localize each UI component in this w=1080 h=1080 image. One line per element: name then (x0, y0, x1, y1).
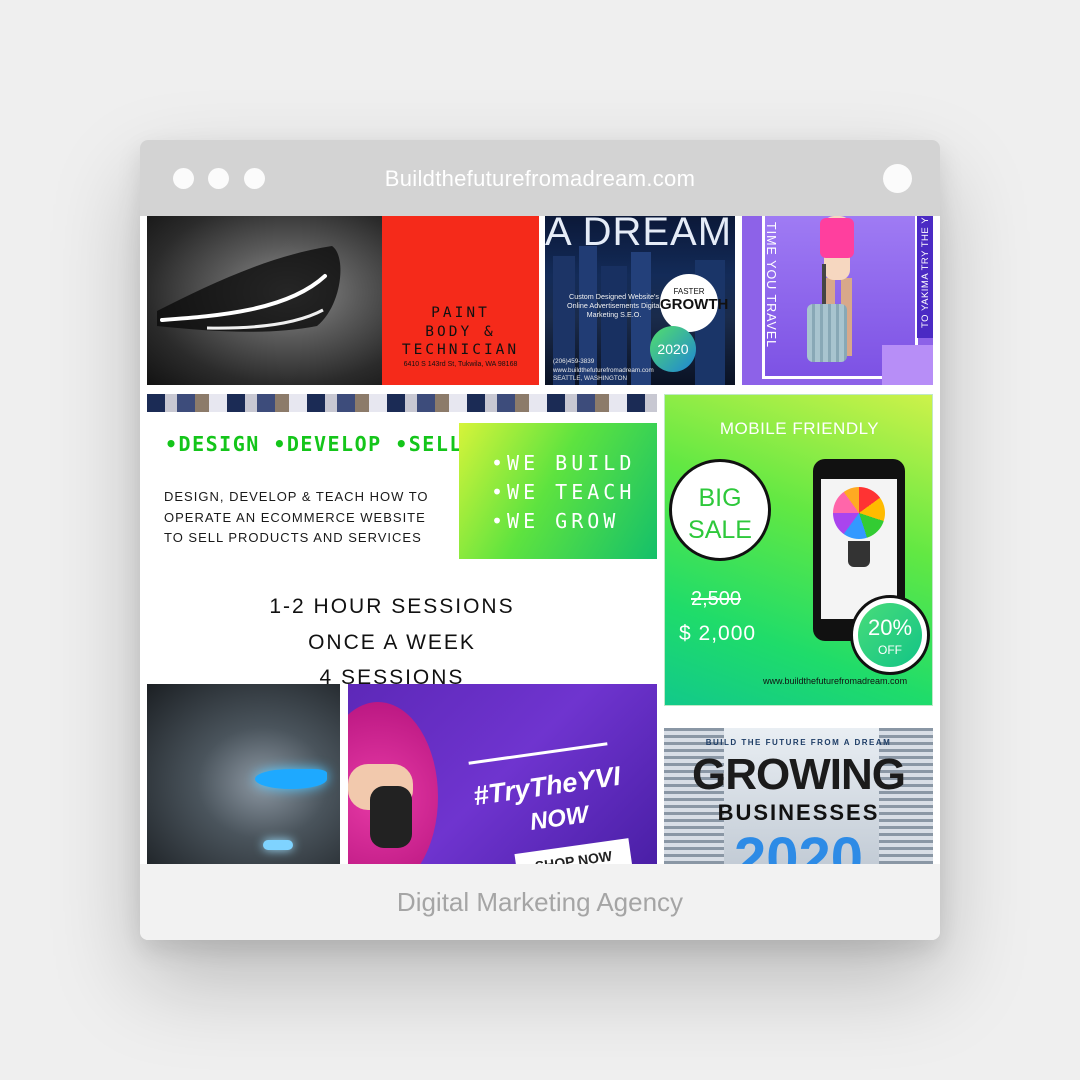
paint-line-2: BODY & (425, 323, 496, 340)
sessions-line-1: 1-2 HOUR SESSIONS (269, 595, 515, 618)
fog-light-shape (263, 840, 293, 850)
collage-content: PAINT BODY & TECHNICIAN 6410 S 143rd St,… (140, 216, 940, 864)
paint-text: PAINT BODY & TECHNICIAN (382, 304, 539, 360)
dream-headline: A DREAM! (545, 216, 735, 254)
sessions-line-2: ONCE A WEEK (308, 631, 476, 654)
growth-badge-main: GROWTH (660, 296, 729, 313)
travel-vertical-text-right: TO YAKIMA TRY THE Y (920, 216, 931, 328)
lightbulb-base (848, 541, 870, 567)
red-panel (382, 216, 539, 385)
car-headlight-image (147, 216, 382, 385)
big-sale-line-2: SALE (688, 516, 752, 544)
we-build-box: •WE BUILD •WE TEACH •WE GROW (459, 423, 657, 559)
we-teach-line: •WE TEACH (491, 480, 636, 504)
dream-services: Custom Designed Website's Online Adverti… (567, 292, 661, 319)
traveler-top (820, 218, 854, 258)
growing-subheadline: BUSINESSES (717, 800, 880, 825)
growing-headline: GROWING (692, 750, 906, 799)
growing-tagline: BUILD THE FUTURE FROM A DREAM (705, 738, 892, 747)
growing-businesses-tile[interactable]: BUILD THE FUTURE FROM A DREAM GROWING BU… (664, 728, 933, 864)
mobile-friendly-tile[interactable]: MOBILE FRIENDLY BIG SALE 2,500 $ 2,000 2… (664, 394, 933, 706)
mobile-website: www.buildthefuturefromadream.com (763, 676, 908, 686)
window-footer-caption: Digital Marketing Agency (140, 864, 940, 940)
travel-tile[interactable]: TIME YOU TRAVEL TO YAKIMA TRY THE Y (742, 216, 933, 385)
lightbulb-icon (833, 487, 885, 539)
new-price: $ 2,000 (679, 622, 757, 645)
title-bar: Buildthefuturefromadream.com (140, 140, 940, 216)
shop-now-button[interactable]: SHOP NOW (514, 838, 633, 864)
yvi-hashtag: #TryTheYVI (471, 760, 623, 812)
blue-headlight-shape (255, 769, 327, 789)
paint-line-3: TECHNICIAN (401, 342, 520, 358)
growth-badge: FASTER GROWTH (660, 274, 729, 332)
we-grow-line: •WE GROW (491, 509, 620, 533)
headlight-shape (157, 246, 341, 332)
mobile-title: MOBILE FRIENDLY (719, 419, 880, 438)
paint-body-tile[interactable]: PAINT BODY & TECHNICIAN 6410 S 143rd St,… (147, 216, 539, 385)
growth-badge-top: FASTER (673, 287, 705, 296)
dream-website: www.buildthefuturefromadream.com (553, 366, 654, 374)
photo-strip (147, 394, 657, 412)
car-blue-headlight-image[interactable] (147, 684, 340, 864)
growing-year: 2020 (733, 826, 864, 864)
grip-image (370, 786, 412, 848)
big-sale-line-1: BIG (698, 484, 742, 512)
discount-percent: 20% (867, 615, 913, 640)
menu-circle-icon[interactable] (883, 164, 912, 193)
big-sale-badge: BIG SALE (669, 459, 771, 561)
dream-contact: (206)459-3839 www.buildthefuturefromadre… (553, 358, 663, 384)
year-badge: 2020 (650, 326, 696, 372)
dream-location: SEATTLE, WASHINGTON (553, 375, 628, 382)
shop-address: 6410 S 143rd St, Tukwila, WA 98168 (403, 361, 518, 368)
design-headline: •DESIGN •DEVELOP •SELL• (165, 432, 477, 456)
suitcase-image (807, 304, 847, 362)
address-bar-url[interactable]: Buildthefuturefromadream.com (140, 166, 940, 192)
yvi-divider (468, 742, 608, 765)
paint-line-1: PAINT (431, 305, 490, 321)
we-build-line: •WE BUILD (491, 451, 636, 475)
old-price: 2,500 (691, 588, 742, 610)
travel-stripe-2 (882, 345, 933, 385)
travel-vertical-text: TIME YOU TRAVEL (764, 222, 778, 349)
suitcase-handle (822, 264, 826, 306)
dream-phone: (206)459-3839 (553, 358, 595, 365)
discount-label: OFF (878, 643, 902, 657)
yvi-now: NOW (528, 801, 591, 836)
discount-badge: 20% OFF (850, 595, 930, 675)
try-the-yvi-tile[interactable]: #TryTheYVI NOW SHOP NOW (348, 684, 657, 864)
dream-ad-tile[interactable]: A DREAM! Custom Designed Website's Onlin… (545, 216, 735, 385)
design-develop-tile[interactable]: •DESIGN •DEVELOP •SELL• DESIGN, DEVELOP … (147, 412, 657, 684)
design-paragraph: DESIGN, DEVELOP & TEACH HOW TO OPERATE A… (164, 489, 429, 545)
sessions-line-3: 4 SESSIONS (319, 666, 465, 684)
browser-window: Buildthefuturefromadream.com PAINT BODY … (140, 140, 940, 940)
